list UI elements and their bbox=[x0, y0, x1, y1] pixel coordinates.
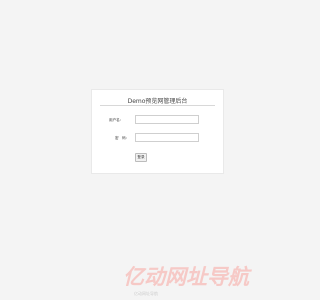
username-input[interactable] bbox=[135, 115, 199, 124]
password-input[interactable] bbox=[135, 133, 199, 142]
title-divider bbox=[100, 105, 215, 106]
username-label: 用户名: bbox=[109, 118, 121, 122]
watermark-brand-text: 亿动网址导航 bbox=[123, 265, 249, 289]
panel-title: Demo预览网管理后台 bbox=[127, 98, 188, 105]
password-label: 密 码: bbox=[115, 136, 127, 140]
watermark-subtitle: 亿动网址导航 bbox=[134, 291, 158, 296]
login-panel: Demo预览网管理后台 用户名: 密 码: 登录 bbox=[91, 89, 224, 174]
brand-watermark: 亿动网址导航 bbox=[123, 263, 249, 289]
login-button[interactable]: 登录 bbox=[135, 153, 147, 162]
